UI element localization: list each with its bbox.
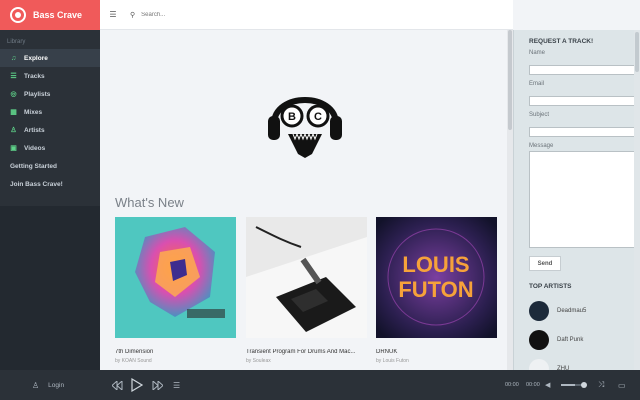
subject-label: Subject	[529, 112, 550, 118]
login-button[interactable]: ♙ Login	[32, 370, 64, 400]
message-field[interactable]	[529, 151, 636, 248]
album-title[interactable]: 7th Dimension	[115, 349, 236, 355]
player-bar: ♙ Login ☰ 00:00 00:00 ◀ ⤨ ▭	[0, 370, 640, 400]
sidebar-getting-started[interactable]: Getting Started	[0, 157, 100, 175]
cover-text-futon: FUTON	[398, 277, 473, 302]
shuffle-icon[interactable]: ⤨	[598, 370, 604, 400]
artist-item[interactable]: Deadmau5	[514, 296, 640, 325]
artist-name[interactable]: Deadmau5	[557, 308, 586, 314]
email-label: Email	[529, 81, 545, 87]
volume-icon[interactable]: ◀	[545, 370, 550, 400]
sidebar-item-artists[interactable]: ♙ Artists	[0, 121, 100, 139]
request-title: REQUEST A TRACK!	[529, 38, 594, 45]
volume-knob[interactable]	[581, 382, 587, 388]
sidebar-item-label: Tracks	[24, 72, 45, 80]
chat-icon[interactable]: ▭	[618, 370, 626, 400]
album-title[interactable]: DRNUK	[376, 349, 497, 355]
cover-text-louis: LOUIS	[402, 252, 469, 277]
sidebar-item-explore[interactable]: ♫ Explore	[0, 49, 100, 67]
list-icon: ☰	[10, 72, 17, 80]
avatar[interactable]	[529, 329, 549, 350]
skip-forward-icon	[152, 380, 163, 390]
queue-list-icon[interactable]: ☰	[173, 370, 180, 400]
album-cover[interactable]	[115, 217, 236, 338]
music-note-icon: ♫	[10, 54, 17, 62]
sidebar-join[interactable]: Join Bass Crave!	[0, 175, 100, 193]
album-card[interactable]: 7th Dimension by KOAN Sound	[115, 217, 236, 364]
play-button[interactable]	[131, 370, 143, 400]
send-button[interactable]: Send	[529, 256, 561, 271]
prev-button[interactable]	[112, 370, 123, 400]
play-icon	[131, 378, 143, 392]
next-button[interactable]	[152, 370, 163, 400]
album-card[interactable]: Transient Program For Drums And Mac... b…	[246, 217, 367, 364]
album-cover[interactable]: LOUIS FUTON	[376, 217, 497, 338]
album-artist[interactable]: by KOAN Sound	[115, 358, 236, 364]
right-panel-scrollbar[interactable]	[634, 30, 640, 370]
sidebar-item-playlists[interactable]: ◎ Playlists	[0, 85, 100, 103]
hero-letter-b: B	[288, 111, 296, 123]
album-cover[interactable]	[246, 217, 367, 338]
login-label: Login	[48, 381, 65, 389]
main-content: B C What's New 7th Dimension by KOAN Sou…	[100, 30, 513, 370]
hero-headphones-logo: B C	[268, 97, 342, 158]
hero-letter-c: C	[314, 111, 322, 123]
playlist-circle-icon: ◎	[10, 90, 17, 98]
brand[interactable]: Bass Crave	[0, 0, 100, 30]
section-title: What's New	[115, 195, 184, 210]
brand-name: Bass Crave	[33, 10, 83, 20]
search-icon[interactable]: ⚲	[130, 11, 135, 19]
hamburger-menu-icon[interactable]: ☰	[100, 10, 126, 19]
album-artist[interactable]: by Louis Futon	[376, 358, 497, 364]
topbar: ☰ ⚲	[100, 0, 513, 30]
artist-item[interactable]: Daft Punk	[514, 325, 640, 354]
album-card[interactable]: LOUIS FUTON DRNUK by Louis Futon	[376, 217, 497, 364]
skip-back-icon	[112, 380, 123, 390]
sidebar-item-mixes[interactable]: ▦ Mixes	[0, 103, 100, 121]
name-label: Name	[529, 50, 546, 56]
sidebar-item-label: Videos	[24, 144, 46, 152]
sidebar-item-label: Artists	[24, 126, 45, 134]
volume-fill	[561, 384, 575, 386]
album-artist[interactable]: by Souleax	[246, 358, 367, 364]
top-artists-title: TOP ARTISTS	[529, 283, 572, 290]
sidebar-item-videos[interactable]: ▣ Videos	[0, 139, 100, 157]
artist-name[interactable]: Daft Punk	[557, 337, 583, 343]
search-input[interactable]	[141, 11, 342, 18]
message-label: Message	[529, 143, 554, 149]
album-title[interactable]: Transient Program For Drums And Mac...	[246, 349, 367, 355]
sidebar: Bass Crave Library ♫ Explore ☰ Tracks ◎ …	[0, 0, 100, 370]
main-scrollbar-thumb[interactable]	[508, 30, 512, 130]
avatar[interactable]	[529, 300, 549, 321]
sidebar-item-label: Mixes	[24, 108, 43, 116]
user-icon: ♙	[10, 126, 17, 134]
duration: 00:00	[526, 382, 540, 388]
sidebar-section-label: Library	[7, 39, 26, 45]
grid-icon: ▦	[10, 108, 17, 116]
email-field[interactable]	[529, 96, 636, 106]
right-panel-scrollbar-thumb[interactable]	[635, 32, 639, 72]
sidebar-item-label: Playlists	[24, 90, 51, 98]
right-panel: REQUEST A TRACK! Name Email Subject Mess…	[513, 30, 640, 379]
app-root: Bass Crave Library ♫ Explore ☰ Tracks ◎ …	[0, 0, 640, 400]
name-field[interactable]	[529, 65, 636, 75]
brand-logo-icon	[10, 7, 26, 23]
sidebar-lower-area	[0, 206, 100, 370]
sidebar-item-label: Explore	[24, 54, 48, 62]
volume-slider[interactable]	[561, 382, 587, 388]
subject-field[interactable]	[529, 127, 636, 137]
current-time: 00:00	[505, 382, 519, 388]
video-icon: ▣	[10, 144, 17, 152]
sidebar-item-tracks[interactable]: ☰ Tracks	[0, 67, 100, 85]
user-icon: ♙	[32, 380, 40, 390]
